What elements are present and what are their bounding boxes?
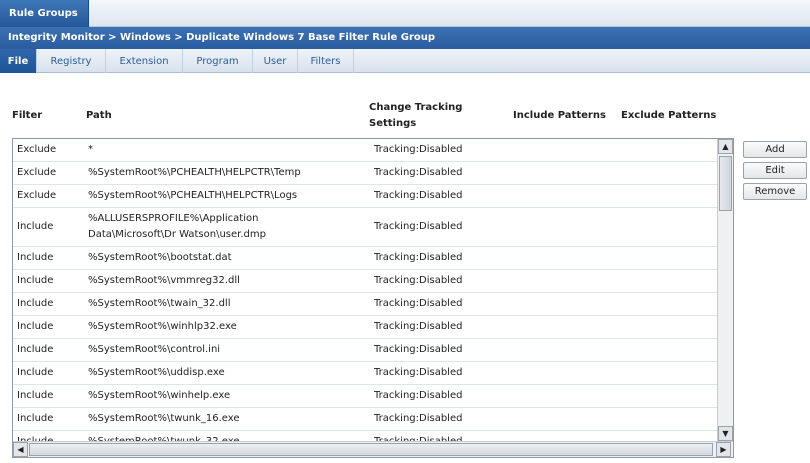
cell-filter: Include bbox=[17, 367, 54, 378]
scroll-left-arrow-icon[interactable]: ◀ bbox=[13, 442, 28, 457]
cell-path: %SystemRoot%\twain_32.dll bbox=[88, 298, 231, 309]
cell-filter: Exclude bbox=[17, 167, 57, 178]
scroll-down-arrow-icon[interactable]: ▼ bbox=[718, 426, 733, 441]
cell-tracking: Tracking:Disabled bbox=[374, 413, 463, 424]
cell-tracking: Tracking:Disabled bbox=[374, 367, 463, 378]
table-row[interactable]: Include %SystemRoot%\uddisp.exe Tracking… bbox=[13, 362, 718, 385]
cell-path: %SystemRoot%\uddisp.exe bbox=[88, 367, 225, 378]
cell-filter: Exclude bbox=[17, 190, 57, 201]
cell-path: %SystemRoot%\PCHEALTH\HELPCTR\Logs bbox=[88, 190, 298, 201]
cell-path: %SystemRoot%\winhelp.exe bbox=[88, 390, 231, 401]
column-header-change-tracking-line2: Settings bbox=[369, 118, 417, 129]
tab-extension[interactable]: Extension bbox=[106, 49, 183, 73]
scroll-right-arrow-icon[interactable]: ▶ bbox=[716, 442, 731, 457]
table-row[interactable]: Include %SystemRoot%\winhlp32.exe Tracki… bbox=[13, 316, 718, 339]
table-row[interactable]: Exclude %SystemRoot%\PCHEALTH\HELPCTR\Te… bbox=[13, 162, 718, 185]
column-header-change-tracking-line1: Change Tracking bbox=[369, 102, 463, 113]
column-header-include-patterns: Include Patterns bbox=[513, 110, 606, 121]
cell-path: %SystemRoot%\bootstat.dat bbox=[88, 252, 232, 263]
table-row[interactable]: Include %SystemRoot%\bootstat.dat Tracki… bbox=[13, 247, 718, 270]
table-row[interactable]: Include %SystemRoot%\vmmreg32.dll Tracki… bbox=[13, 270, 718, 293]
table-row[interactable]: Exclude * Tracking:Disabled bbox=[13, 139, 718, 162]
cell-path: %SystemRoot%\control.ini bbox=[88, 344, 221, 355]
cell-path: %ALLUSERSPROFILE%\Application Data\Micro… bbox=[88, 213, 266, 240]
cell-path: %SystemRoot%\vmmreg32.dll bbox=[88, 275, 240, 286]
breadcrumb: Integrity Monitor > Windows > Duplicate … bbox=[0, 27, 810, 49]
add-button[interactable]: Add bbox=[743, 141, 807, 158]
cell-tracking: Tracking:Disabled bbox=[374, 252, 463, 263]
cell-tracking: Tracking:Disabled bbox=[374, 144, 463, 155]
cell-path: %SystemRoot%\winhlp32.exe bbox=[88, 321, 237, 332]
tab-file[interactable]: File bbox=[0, 49, 37, 73]
table-row[interactable]: Include %SystemRoot%\winhelp.exe Trackin… bbox=[13, 385, 718, 408]
cell-tracking: Tracking:Disabled bbox=[374, 344, 463, 355]
edit-button[interactable]: Edit bbox=[743, 162, 807, 179]
cell-filter: Include bbox=[17, 321, 54, 332]
cell-tracking: Tracking:Disabled bbox=[374, 221, 463, 232]
table-row[interactable]: Exclude %SystemRoot%\PCHEALTH\HELPCTR\Lo… bbox=[13, 185, 718, 208]
vertical-scroll-thumb[interactable] bbox=[719, 156, 732, 211]
column-header-exclude-patterns: Exclude Patterns bbox=[621, 110, 717, 121]
rules-table: Exclude * Tracking:Disabled Exclude %Sys… bbox=[12, 138, 734, 458]
sub-tab-bar: File Registry Extension Program User Fil… bbox=[0, 49, 810, 73]
cell-tracking: Tracking:Disabled bbox=[374, 321, 463, 332]
top-tab-strip: Rule Groups bbox=[0, 0, 810, 27]
cell-tracking: Tracking:Disabled bbox=[374, 298, 463, 309]
scroll-up-arrow-icon[interactable]: ▲ bbox=[718, 139, 733, 154]
cell-tracking: Tracking:Disabled bbox=[374, 390, 463, 401]
column-header-path: Path bbox=[86, 110, 112, 121]
tab-filters[interactable]: Filters bbox=[298, 49, 354, 73]
column-header-filter: Filter bbox=[12, 110, 43, 121]
cell-filter: Include bbox=[17, 413, 54, 424]
cell-filter: Include bbox=[17, 221, 54, 232]
tab-registry[interactable]: Registry bbox=[37, 49, 106, 73]
column-header-change-tracking: Change Tracking Settings bbox=[369, 100, 462, 132]
cell-filter: Include bbox=[17, 298, 54, 309]
cell-path: * bbox=[88, 144, 93, 155]
horizontal-scroll-thumb[interactable] bbox=[29, 443, 713, 456]
cell-tracking: Tracking:Disabled bbox=[374, 190, 463, 201]
table-row[interactable]: Include %SystemRoot%\twunk_16.exe Tracki… bbox=[13, 408, 718, 431]
horizontal-scrollbar[interactable]: ◀ ▶ bbox=[13, 441, 733, 457]
table-row[interactable]: Include %SystemRoot%\control.ini Trackin… bbox=[13, 339, 718, 362]
cell-filter: Include bbox=[17, 275, 54, 286]
table-body: Exclude * Tracking:Disabled Exclude %Sys… bbox=[13, 139, 718, 454]
tab-rule-groups[interactable]: Rule Groups bbox=[0, 0, 89, 27]
cell-path: %SystemRoot%\PCHEALTH\HELPCTR\Temp bbox=[88, 167, 301, 178]
table-row[interactable]: Include %SystemRoot%\twain_32.dll Tracki… bbox=[13, 293, 718, 316]
cell-tracking: Tracking:Disabled bbox=[374, 275, 463, 286]
vertical-scrollbar[interactable]: ▲ ▼ bbox=[717, 139, 733, 441]
cell-filter: Include bbox=[17, 390, 54, 401]
remove-button[interactable]: Remove bbox=[743, 183, 807, 200]
tab-program[interactable]: Program bbox=[183, 49, 253, 73]
cell-filter: Include bbox=[17, 344, 54, 355]
cell-path: %SystemRoot%\twunk_16.exe bbox=[88, 413, 240, 424]
cell-filter: Exclude bbox=[17, 144, 57, 155]
cell-filter: Include bbox=[17, 252, 54, 263]
table-row[interactable]: Include %ALLUSERSPROFILE%\Application Da… bbox=[13, 208, 718, 247]
cell-tracking: Tracking:Disabled bbox=[374, 167, 463, 178]
tab-user[interactable]: User bbox=[253, 49, 298, 73]
